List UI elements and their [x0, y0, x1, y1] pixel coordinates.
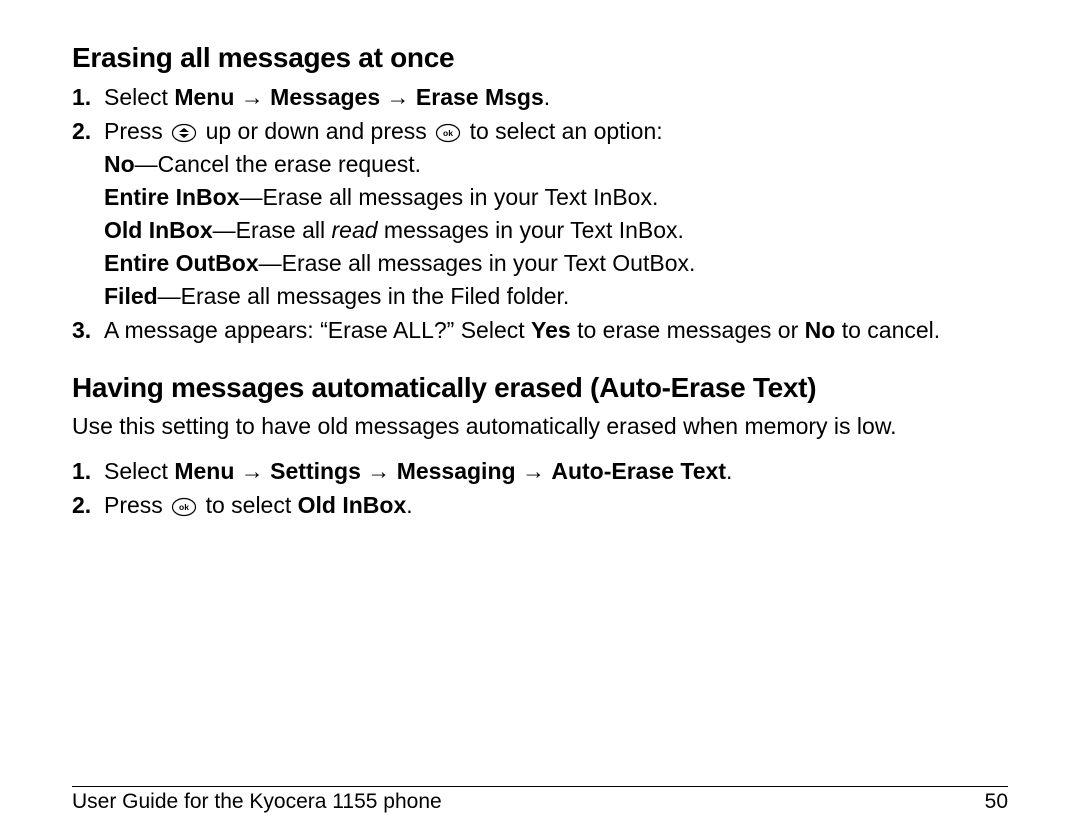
opt-filed: Filed—Erase all messages in the Filed fo…	[104, 281, 1008, 312]
num: 2.	[72, 116, 91, 147]
menu-path: Menu → Messages → Erase Msgs	[174, 84, 543, 110]
num: 3.	[72, 315, 91, 346]
ok-icon: ok	[435, 120, 461, 140]
menu-path: Menu → Settings → Messaging → Auto-Erase…	[174, 458, 726, 484]
svg-text:ok: ok	[179, 502, 189, 512]
text: Select	[104, 458, 174, 484]
dot: .	[726, 458, 732, 484]
s2-step1: 1. Select Menu → Settings → Messaging → …	[104, 456, 1008, 487]
opt-no: No—Cancel the erase request.	[104, 149, 1008, 180]
s1-step1: 1. Select Menu → Messages → Erase Msgs.	[104, 82, 1008, 113]
list-section1: 1. Select Menu → Messages → Erase Msgs. …	[72, 82, 1008, 346]
s1-step3: 3. A message appears: “Erase ALL?” Selec…	[104, 315, 1008, 346]
opt-entire-inbox: Entire InBox—Erase all messages in your …	[104, 182, 1008, 213]
footer: User Guide for the Kyocera 1155 phone 50	[72, 786, 1008, 814]
text: Select	[104, 84, 174, 110]
text: Press	[104, 118, 169, 144]
text: to select an option:	[470, 118, 663, 144]
opt-entire-outbox: Entire OutBox—Erase all messages in your…	[104, 248, 1008, 279]
page: Erasing all messages at once 1. Select M…	[0, 0, 1080, 834]
no: No	[805, 317, 836, 343]
opt-old-inbox: Old InBox—Erase all read messages in you…	[104, 215, 1008, 246]
text: Press	[104, 492, 169, 518]
svg-text:ok: ok	[443, 128, 453, 138]
section-auto-erase: Having messages automatically erased (Au…	[72, 372, 1008, 521]
list-section2: 1. Select Menu → Settings → Messaging → …	[72, 456, 1008, 521]
num: 1.	[72, 82, 91, 113]
dot: .	[406, 492, 412, 518]
dot: .	[544, 84, 550, 110]
page-number: 50	[985, 790, 1008, 814]
intro-text: Use this setting to have old messages au…	[72, 412, 1008, 442]
nav-updown-icon	[171, 120, 197, 140]
text: to erase messages or	[571, 317, 805, 343]
text: up or down and press	[206, 118, 434, 144]
ok-icon: ok	[171, 494, 197, 514]
text: to select	[206, 492, 298, 518]
old-inbox: Old InBox	[298, 492, 407, 518]
heading-erase-all: Erasing all messages at once	[72, 42, 1008, 74]
s2-step2: 2. Press ok to select Old InBox.	[104, 490, 1008, 521]
heading-auto-erase: Having messages automatically erased (Au…	[72, 372, 1008, 404]
text: A message appears: “Erase ALL?” Select	[104, 317, 531, 343]
num: 1.	[72, 456, 91, 487]
text: to cancel.	[835, 317, 940, 343]
footer-left: User Guide for the Kyocera 1155 phone	[72, 790, 442, 814]
s1-step2: 2. Press up or down and press ok to sele…	[104, 116, 1008, 312]
num: 2.	[72, 490, 91, 521]
yes: Yes	[531, 317, 571, 343]
